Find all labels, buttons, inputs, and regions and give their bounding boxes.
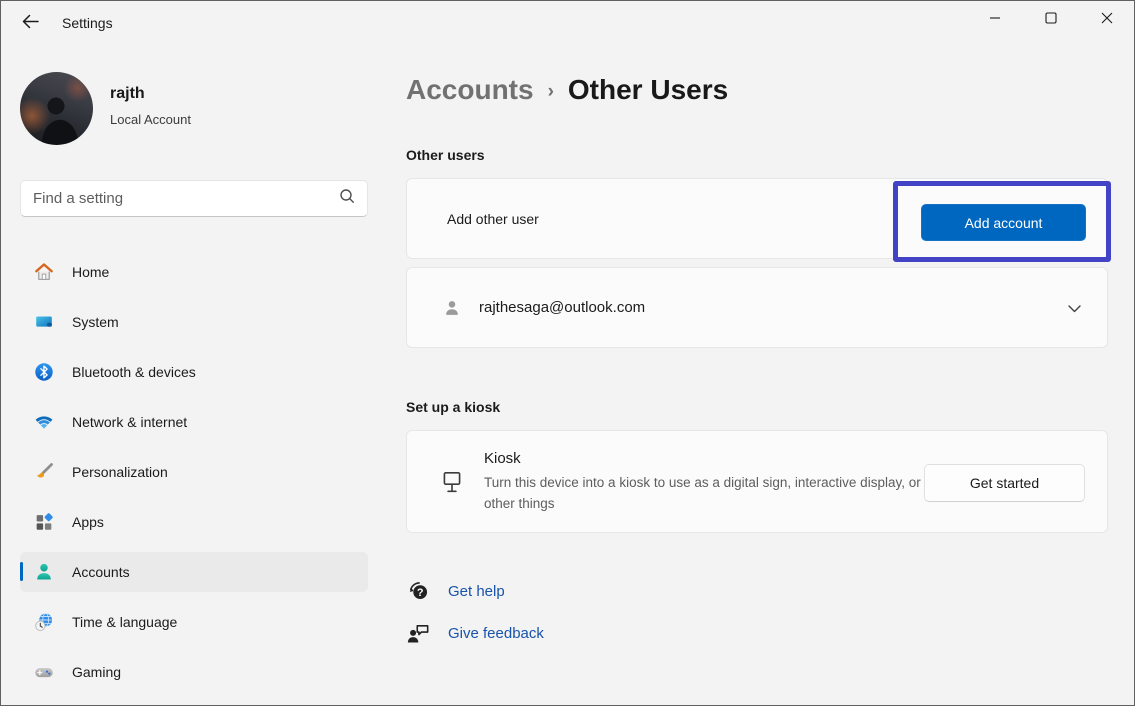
add-other-user-label: Add other user (447, 211, 539, 227)
sidebar: rajth Local Account Home (0, 48, 390, 706)
sidebar-item-label: Bluetooth & devices (72, 364, 196, 380)
sidebar-item-bluetooth[interactable]: Bluetooth & devices (20, 352, 368, 392)
user-name: rajth (110, 85, 145, 103)
user-person-icon (440, 298, 464, 318)
kiosk-card: Kiosk Turn this device into a kiosk to u… (406, 430, 1108, 533)
time-language-icon (33, 611, 55, 633)
get-started-button[interactable]: Get started (924, 464, 1085, 502)
close-button[interactable] (1079, 0, 1135, 40)
breadcrumb-separator: › (548, 81, 554, 103)
kiosk-description: Turn this device into a kiosk to use as … (484, 472, 954, 514)
kiosk-icon (438, 469, 466, 495)
give-feedback-link[interactable]: Give feedback (448, 625, 544, 642)
user-avatar[interactable] (20, 72, 93, 145)
search-icon (339, 188, 355, 209)
other-user-account-card[interactable]: rajthesaga@outlook.com (406, 267, 1108, 348)
maximize-icon (1045, 11, 1057, 29)
sidebar-item-label: Time & language (72, 614, 177, 630)
get-help-link[interactable]: Get help (448, 583, 505, 600)
sidebar-item-label: Personalization (72, 464, 168, 480)
close-icon (1101, 11, 1113, 29)
add-account-button[interactable]: Add account (921, 204, 1086, 241)
window-controls (967, 0, 1135, 40)
breadcrumb: Accounts › Other Users (406, 74, 728, 106)
svg-text:?: ? (417, 586, 424, 598)
breadcrumb-accounts[interactable]: Accounts (406, 74, 534, 106)
get-help-icon: ? (406, 579, 440, 604)
sidebar-item-apps[interactable]: Apps (20, 502, 368, 542)
account-email: rajthesaga@outlook.com (479, 299, 645, 316)
other-users-section-label: Other users (406, 147, 485, 163)
apps-icon (33, 511, 55, 533)
personalization-icon (33, 461, 55, 483)
main-content: Accounts › Other Users Other users Add o… (406, 48, 1135, 706)
user-account-type: Local Account (110, 112, 191, 127)
minimize-icon (989, 11, 1001, 29)
titlebar: Settings (0, 0, 1135, 48)
maximize-button[interactable] (1023, 0, 1079, 40)
bluetooth-icon (33, 361, 55, 383)
sidebar-item-personalization[interactable]: Personalization (20, 452, 368, 492)
back-arrow-icon (22, 14, 39, 34)
kiosk-section-label: Set up a kiosk (406, 399, 500, 415)
sidebar-item-label: Network & internet (72, 414, 187, 430)
give-feedback-icon (406, 621, 440, 646)
minimize-button[interactable] (967, 0, 1023, 40)
search-input[interactable] (33, 190, 339, 207)
sidebar-item-time-language[interactable]: Time & language (20, 602, 368, 642)
sidebar-item-label: Gaming (72, 664, 121, 680)
accounts-icon (33, 561, 55, 583)
get-help-row: ? Get help (406, 577, 505, 605)
add-other-user-card: Add other user Add account (406, 178, 1108, 259)
page-title: Other Users (568, 74, 728, 106)
app-title: Settings (62, 15, 113, 31)
sidebar-item-home[interactable]: Home (20, 252, 368, 292)
search-box[interactable] (20, 180, 368, 217)
sidebar-item-label: Accounts (72, 564, 130, 580)
sidebar-item-accounts[interactable]: Accounts (20, 552, 368, 592)
sidebar-item-system[interactable]: System (20, 302, 368, 342)
give-feedback-row: Give feedback (406, 619, 544, 647)
gaming-icon (33, 661, 55, 683)
home-icon (33, 261, 55, 283)
sidebar-nav: Home System Bluetooth & devices (20, 252, 368, 702)
sidebar-item-label: System (72, 314, 119, 330)
sidebar-item-label: Home (72, 264, 109, 280)
network-wifi-icon (33, 411, 55, 433)
system-icon (33, 311, 55, 333)
sidebar-item-label: Apps (72, 514, 104, 530)
kiosk-title: Kiosk (484, 450, 954, 467)
back-button[interactable] (14, 10, 46, 38)
chevron-down-icon[interactable] (1066, 300, 1083, 322)
sidebar-item-gaming[interactable]: Gaming (20, 652, 368, 692)
sidebar-item-network[interactable]: Network & internet (20, 402, 368, 442)
